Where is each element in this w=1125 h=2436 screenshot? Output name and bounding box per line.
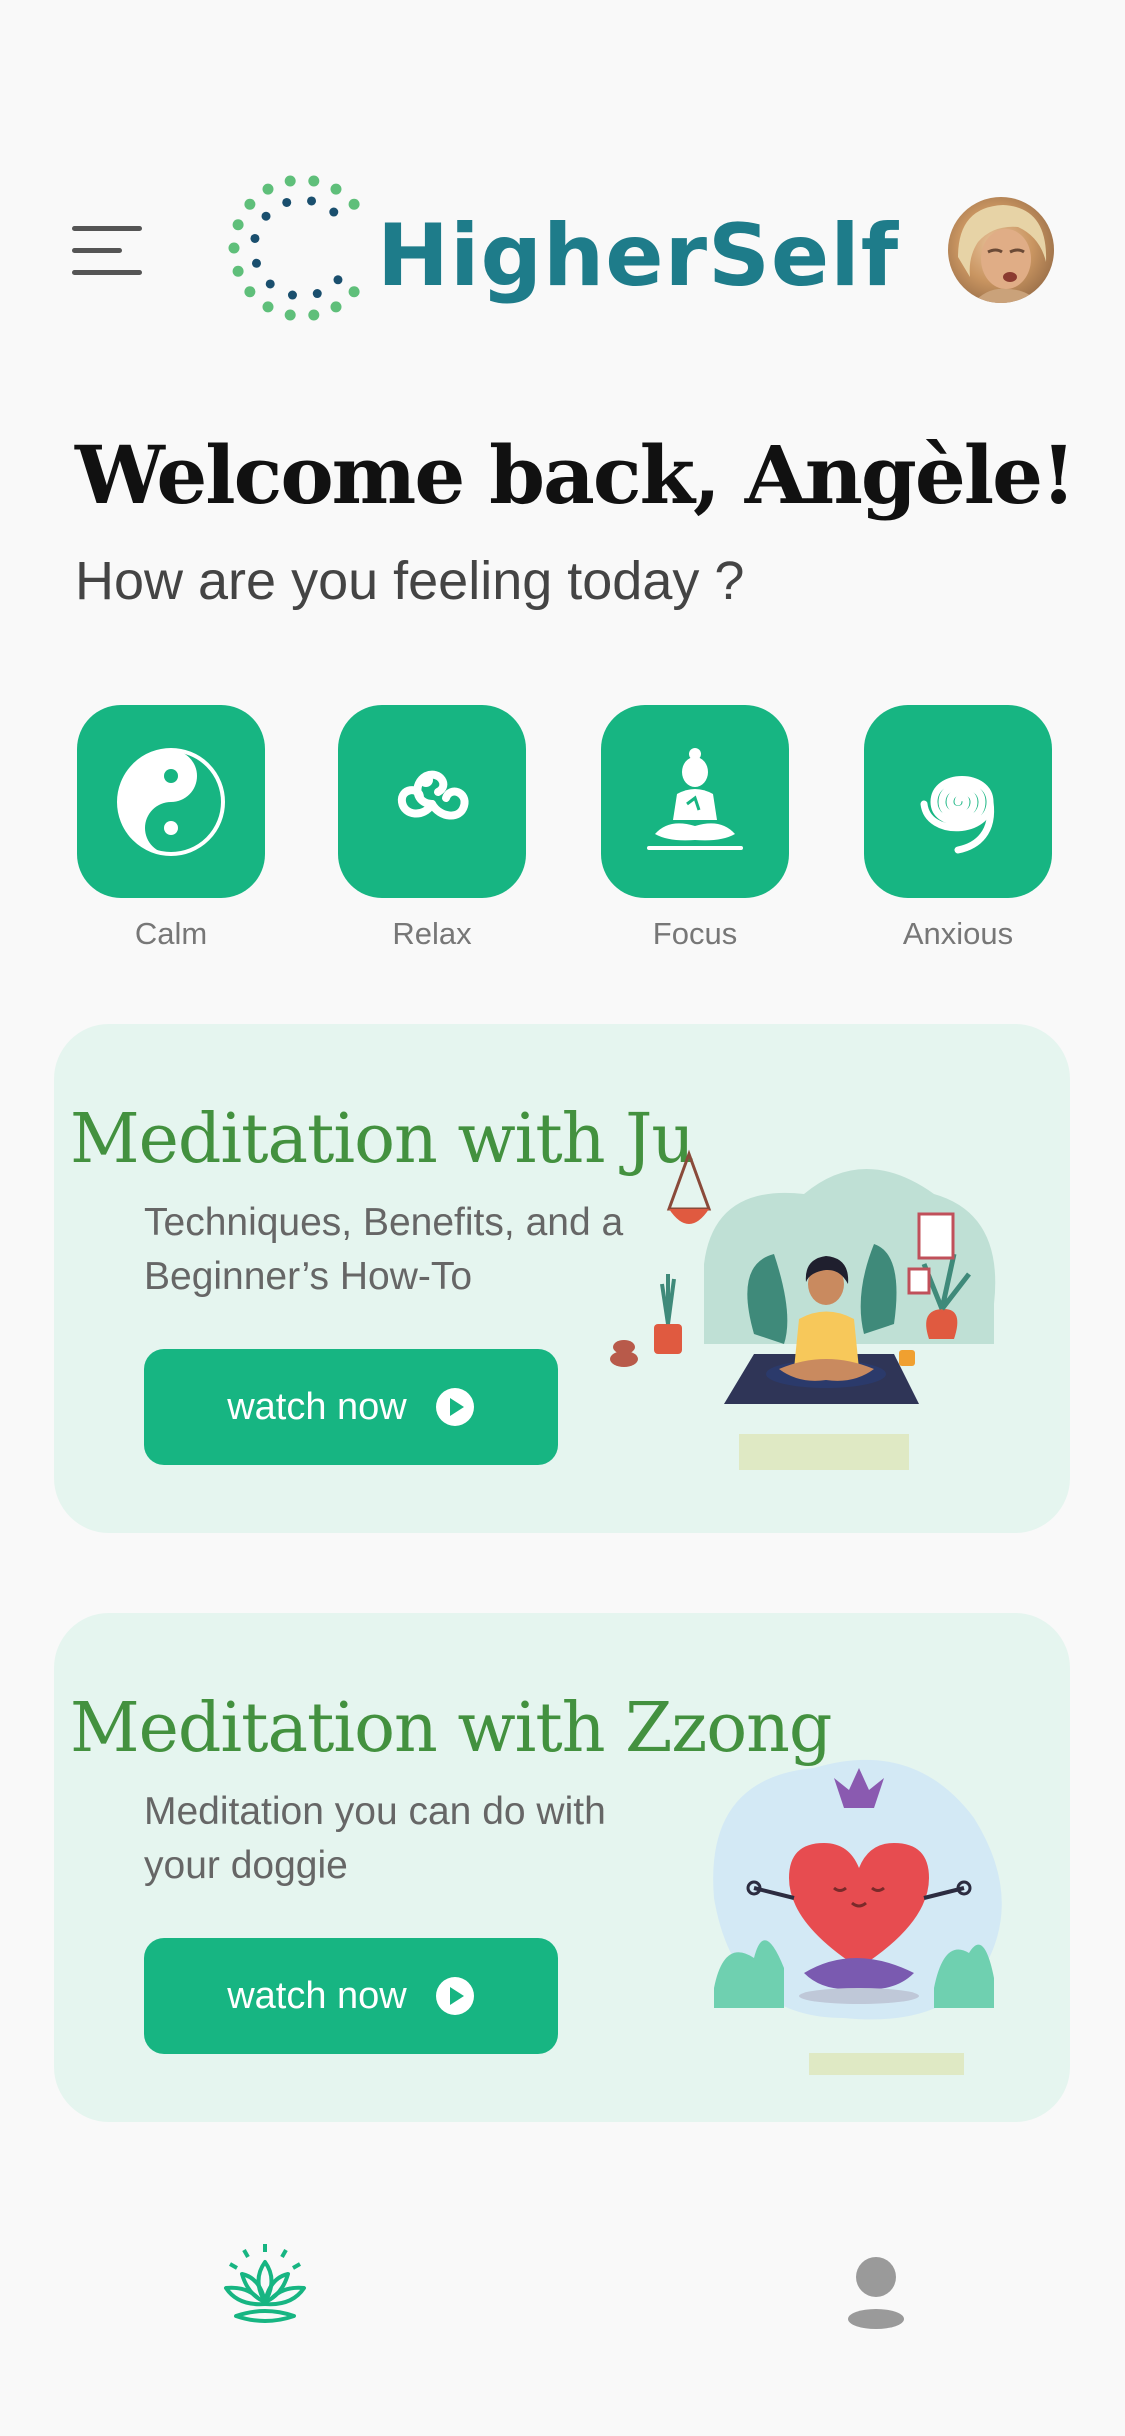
mood-calm-tile (77, 705, 265, 898)
logo-dot (329, 207, 339, 217)
logo-dot (307, 196, 317, 206)
avatar-photo (958, 205, 1047, 303)
logo-dot (287, 290, 297, 300)
meditation-card-ju[interactable]: Meditation with Ju Techniques, Benefits,… (54, 1024, 1070, 1533)
menu-line-top (72, 226, 142, 231)
menu-button[interactable] (72, 218, 142, 282)
app-logo: HigherSelf (222, 168, 898, 338)
watch-now-button[interactable]: watch now (144, 1349, 558, 1465)
logo-dot (228, 242, 240, 254)
mood-anxious-button[interactable]: Anxious (864, 705, 1052, 955)
logo-dot (312, 289, 322, 299)
logo-dot (261, 211, 271, 221)
nav-profile-button[interactable] (844, 2255, 908, 2329)
logo-dots-icon (228, 175, 360, 321)
mood-relax-label: Relax (392, 916, 472, 951)
watch-now-label: watch now (227, 1385, 407, 1428)
profile-icon (848, 2257, 904, 2329)
mood-anxious-label: Anxious (902, 916, 1014, 951)
logo-dot (333, 275, 343, 285)
logo-dot (284, 309, 296, 321)
logo-dot (232, 219, 244, 231)
logo-dot (308, 309, 320, 321)
mood-relax-button[interactable]: Relax (338, 705, 526, 955)
meditating-heart-illustration (713, 1759, 1002, 2075)
logo-dot (262, 301, 274, 313)
logo-dot (308, 175, 320, 187)
card-title: Meditation with Ju (70, 1100, 695, 1179)
mood-relax-tile (338, 705, 526, 898)
app-name: HigherSelf (377, 206, 900, 306)
logo-dot (265, 279, 275, 289)
user-avatar[interactable] (948, 197, 1054, 303)
logo-dot (244, 198, 256, 210)
welcome-heading: Welcome back, Angèle! (75, 428, 1076, 522)
menu-line-bottom (72, 270, 142, 275)
logo-dot (330, 183, 342, 195)
logo-dot (282, 197, 292, 207)
menu-line-middle (72, 248, 122, 253)
logo-dot (244, 286, 256, 298)
triskelion-icon (397, 770, 469, 819)
play-icon (435, 1388, 474, 1426)
card-description: Meditation you can do with your doggie (144, 1790, 606, 1887)
nav-home-button[interactable] (218, 2240, 312, 2334)
watch-now-button[interactable]: watch now (144, 1938, 558, 2054)
logo-dot (330, 301, 342, 313)
card-description: Techniques, Benefits, and a Beginner’s H… (144, 1201, 624, 1298)
logo-dot (251, 258, 261, 268)
meditation-woman-illustration (610, 1149, 996, 1470)
logo-dot (348, 286, 360, 298)
mood-calm-label: Calm (134, 916, 208, 951)
watch-now-label: watch now (227, 1974, 407, 2017)
logo-dot (262, 183, 274, 195)
mood-focus-button[interactable]: Focus (601, 705, 789, 955)
mood-focus-tile (601, 705, 789, 898)
yin-yang-icon (117, 747, 225, 856)
logo-dot (284, 175, 296, 187)
logo-dot (232, 265, 244, 277)
buddha-icon (647, 747, 743, 850)
spiral-icon (920, 775, 995, 853)
mood-anxious-tile (864, 705, 1052, 898)
lotus-icon (224, 2244, 306, 2323)
mood-focus-label: Focus (652, 916, 738, 951)
mood-calm-button[interactable]: Calm (77, 705, 265, 955)
logo-dot (348, 198, 360, 210)
logo-dot (250, 233, 260, 243)
meditation-card-zzong[interactable]: Meditation with Zzong Meditation you can… (54, 1613, 1070, 2122)
play-icon (435, 1977, 474, 2015)
feeling-question: How are you feeling today ? (75, 551, 745, 611)
